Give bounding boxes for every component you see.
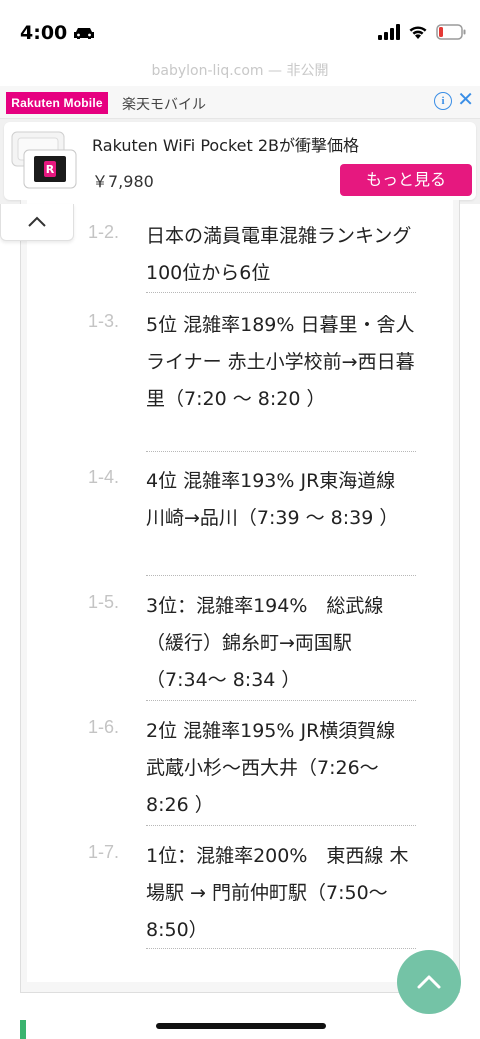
ad-cta-button[interactable]: もっと見る xyxy=(340,164,472,196)
time-label: 4:00 xyxy=(20,22,68,44)
toc-number: 1-2. xyxy=(88,222,120,242)
wifi-icon xyxy=(409,26,427,39)
divider xyxy=(146,451,416,452)
battery-icon xyxy=(436,24,466,40)
divider xyxy=(146,575,416,576)
toc-number: 1-6. xyxy=(88,717,120,737)
toc-link[interactable]: 日本の満員電車混雑ランキング100位から6位 xyxy=(146,218,416,292)
toc-number: 1-5. xyxy=(88,592,120,612)
status-time: 4:00 xyxy=(20,22,95,44)
scroll-top-button[interactable] xyxy=(397,950,461,1014)
collapse-toc-button[interactable] xyxy=(0,204,74,241)
svg-text:R: R xyxy=(46,163,55,176)
status-bar: 4:00 xyxy=(0,0,480,64)
status-icons xyxy=(378,24,466,40)
ad-card[interactable]: R Rakuten WiFi Pocket 2Bが衝撃価格 ￥7,980 もっと… xyxy=(4,122,476,200)
divider xyxy=(146,292,416,293)
toc-link[interactable]: 1位：混雑率200% 東西線 木場駅 → 門前仲町駅（7:50〜 8:50） xyxy=(146,838,416,949)
chevron-up-icon xyxy=(28,216,46,227)
url-bar-text: babylon-liq.com — 非公開 xyxy=(151,63,329,79)
info-icon[interactable]: i xyxy=(434,92,452,110)
home-indicator[interactable] xyxy=(156,1023,326,1029)
divider xyxy=(146,825,416,826)
ad-header: Rakuten Mobile 楽天モバイル i ✕ xyxy=(0,86,480,119)
ad-title[interactable]: Rakuten WiFi Pocket 2Bが衝撃価格 xyxy=(92,132,359,156)
divider xyxy=(146,700,416,701)
toc-link[interactable]: 4位 混雑率193% JR東海道線 川崎→品川（7:39 〜 8:39 ） xyxy=(146,463,416,537)
toc-number: 1-3. xyxy=(88,311,120,331)
ad-brand: 楽天モバイル xyxy=(122,97,206,113)
section-marker xyxy=(20,1020,26,1039)
divider xyxy=(146,948,416,949)
toc-number: 1-7. xyxy=(88,842,120,862)
toc-link[interactable]: 3位：混雑率194% 総武線（緩行）錦糸町→両国駅（7:34〜 8:34 ） xyxy=(146,588,416,699)
ad-banner[interactable]: Rakuten Mobile 楽天モバイル i ✕ R Rakuten WiFi… xyxy=(0,86,480,204)
chevron-up-icon xyxy=(417,975,441,989)
toc-link[interactable]: 2位 混雑率195% JR横須賀線 武蔵小杉〜西大井（7:26〜 8:26 ） xyxy=(146,713,416,824)
toc-number: 1-4. xyxy=(88,467,120,487)
car-icon xyxy=(74,28,95,39)
ad-price: ￥7,980 xyxy=(92,172,154,191)
ad-logo: Rakuten Mobile xyxy=(6,92,108,114)
close-icon[interactable]: ✕ xyxy=(457,88,474,110)
toc-link[interactable]: 5位 混雑率189% 日暮里・舎人ライナー 赤土小学校前→西日暮里（7:20 〜… xyxy=(146,307,416,418)
pocket-wifi-image: R xyxy=(11,131,77,189)
signal-icon xyxy=(378,24,400,40)
